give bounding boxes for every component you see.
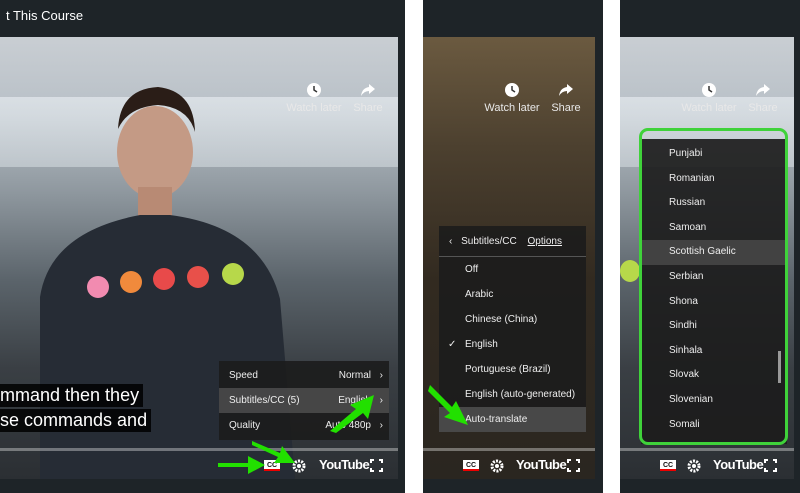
share-button[interactable]: Share [333, 82, 398, 114]
player-panel-2: Watch later Share ‹ Subtitles/CC Options… [423, 0, 603, 493]
options-link[interactable]: Options [528, 226, 562, 257]
youtube-logo[interactable]: YouTube [516, 457, 567, 472]
youtube-logo[interactable]: YouTube [319, 457, 370, 472]
subtitle-option[interactable]: Arabic [439, 282, 586, 307]
gear-icon[interactable] [490, 459, 504, 473]
subtitle-option-label: Portuguese (Brazil) [465, 364, 551, 375]
progress-bar[interactable] [0, 448, 398, 451]
settings-speed[interactable]: Speed Normal › [219, 363, 389, 388]
chevron-left-icon: ‹ [449, 236, 453, 247]
clock-icon [702, 83, 716, 97]
subtitle-option-label: Chinese (China) [465, 314, 538, 325]
caption-line-2: se commands and [0, 409, 152, 432]
settings-quality-label: Quality [229, 420, 261, 431]
shirt-dot [620, 260, 640, 282]
youtube-logo[interactable]: YouTube [713, 457, 764, 472]
share-button[interactable]: Share [531, 82, 595, 114]
subtitle-option-label: Arabic [465, 289, 494, 300]
player-panel-3: Watch later Share Punjabi Romanian Russi… [620, 0, 800, 493]
chevron-right-icon: › [379, 395, 383, 406]
clock-icon [505, 83, 519, 97]
chevron-right-icon: › [379, 370, 383, 381]
share-label: Share [551, 102, 581, 114]
share-label: Share [353, 102, 383, 114]
subtitle-option-label: Auto-translate [465, 414, 528, 425]
subtitle-option-label: Off [465, 264, 479, 275]
settings-subtitles-label: Subtitles/CC (5) [229, 395, 300, 406]
subtitles-header-label: Subtitles/CC [461, 236, 517, 247]
player-panel-1: t This Course Watch later Share mmand th… [0, 0, 405, 493]
settings-speed-label: Speed [229, 370, 258, 381]
progress-bar[interactable] [620, 448, 794, 451]
annotation-arrow-icon [252, 441, 295, 463]
subtitle-option[interactable]: Portuguese (Brazil) [439, 357, 586, 382]
cc-button[interactable]: CC [463, 460, 479, 471]
subtitle-option-label: English [465, 339, 498, 350]
fullscreen-icon[interactable] [567, 459, 580, 472]
subtitle-option[interactable]: Chinese (China) [439, 307, 586, 332]
share-icon [361, 84, 375, 96]
subtitle-option[interactable]: ✓ English [439, 332, 586, 357]
share-icon [756, 84, 770, 96]
caption-line-1: mmand then they [0, 384, 144, 407]
annotation-arrow-icon [428, 385, 468, 425]
subtitles-menu-header[interactable]: ‹ Subtitles/CC Options [439, 226, 586, 257]
fullscreen-icon[interactable] [764, 459, 777, 472]
cc-button[interactable]: CC [660, 460, 676, 471]
gear-icon[interactable] [687, 459, 701, 473]
highlight-box [639, 128, 788, 445]
fullscreen-icon[interactable] [370, 459, 383, 472]
chevron-right-icon: › [379, 420, 383, 431]
video-frame[interactable]: Watch later Share Punjabi Romanian Russi… [620, 37, 794, 479]
progress-bar[interactable] [423, 448, 595, 451]
annotation-arrow-icon [330, 395, 374, 433]
course-title: t This Course [6, 8, 84, 23]
subtitle-option[interactable]: Off [439, 257, 586, 282]
clock-icon [307, 83, 321, 97]
subtitle-option-label: English (auto-generated) [465, 389, 576, 400]
settings-speed-value: Normal [338, 370, 371, 381]
share-button[interactable]: Share [728, 82, 794, 114]
checkmark-icon: ✓ [448, 339, 457, 350]
share-label: Share [748, 102, 778, 114]
share-icon [559, 84, 573, 96]
